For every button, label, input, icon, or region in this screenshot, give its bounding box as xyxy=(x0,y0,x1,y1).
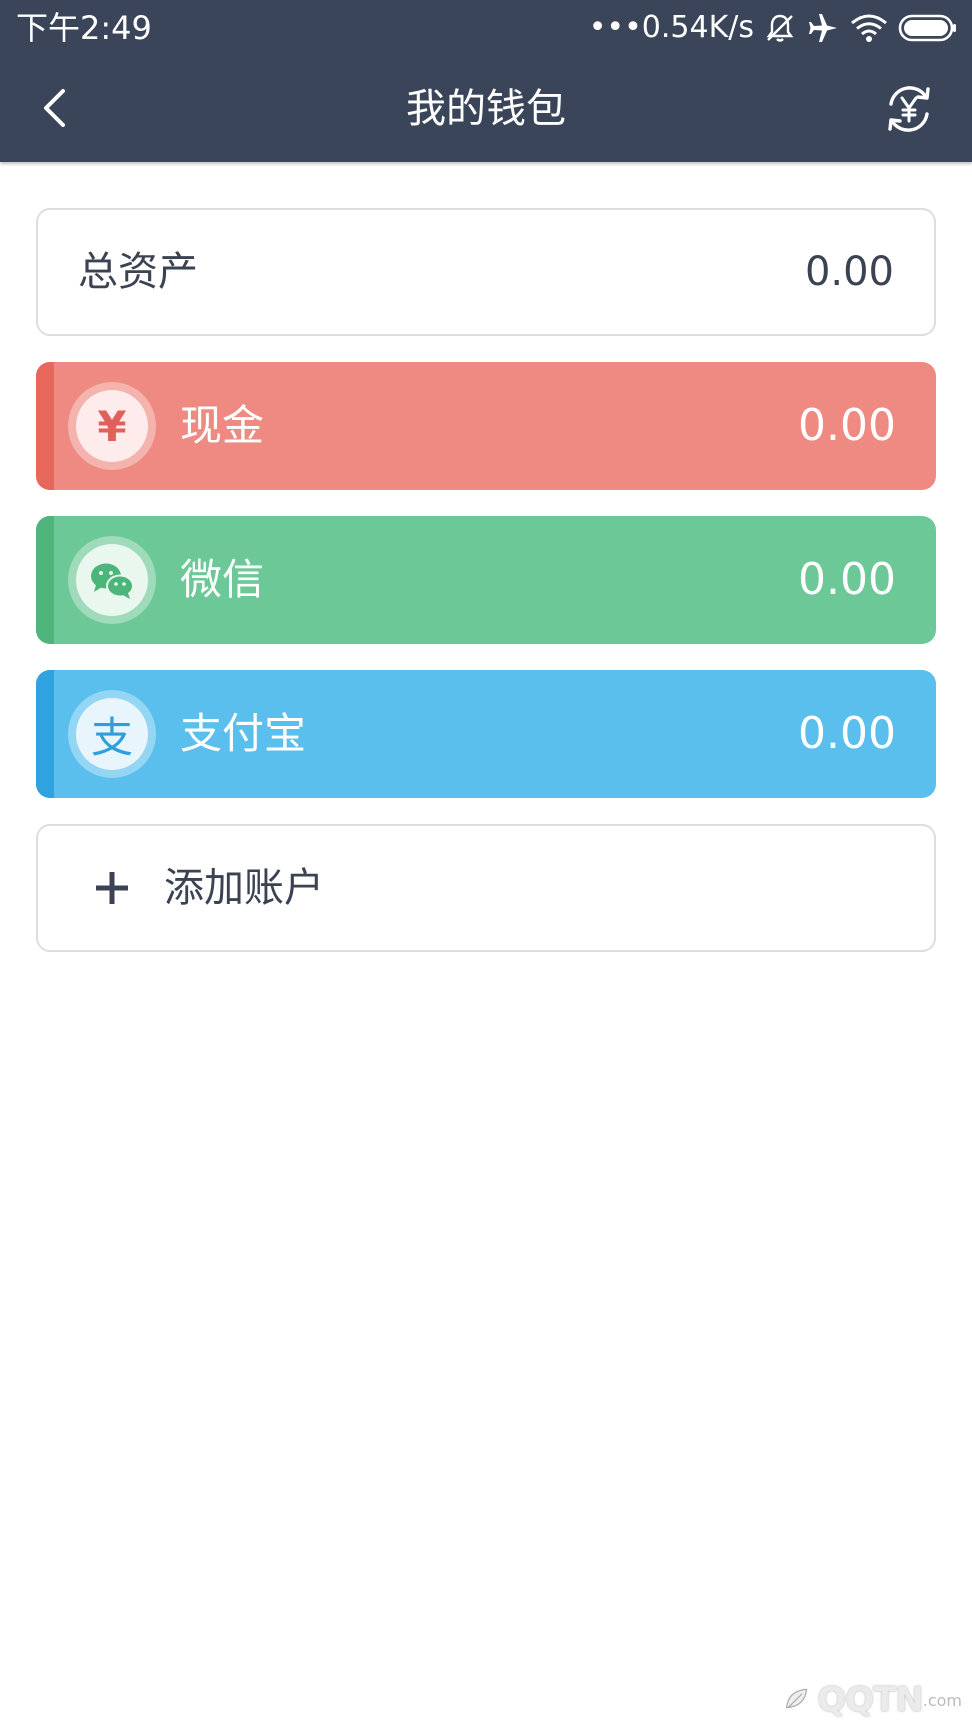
account-name: 支付宝 xyxy=(180,709,307,758)
account-name: 微信 xyxy=(180,555,265,604)
account-balance: 0.00 xyxy=(798,554,896,605)
currency-exchange-icon xyxy=(888,86,930,132)
account-balance: 0.00 xyxy=(798,400,896,451)
account-card-wechat[interactable]: 微信 0.00 xyxy=(36,516,936,644)
plus-icon xyxy=(96,872,128,904)
yuan-icon: ¥ xyxy=(76,390,148,462)
total-assets-label: 总资产 xyxy=(78,249,198,295)
leaf-logo-icon xyxy=(785,1688,808,1709)
add-account-label: 添加账户 xyxy=(164,865,324,911)
battery-icon xyxy=(898,13,958,43)
account-balance: 0.00 xyxy=(798,708,896,759)
network-speed: •••0.54K/s xyxy=(588,10,754,45)
alipay-icon: 支 xyxy=(76,698,148,770)
app-header: 下午2:49 •••0.54K/s 我的钱包 xyxy=(0,0,972,162)
account-icon-ring xyxy=(68,536,156,624)
currency-exchange-button[interactable] xyxy=(882,82,936,136)
status-bar: 下午2:49 •••0.54K/s xyxy=(0,0,972,56)
mute-bell-icon xyxy=(764,12,796,44)
account-card-cash[interactable]: ¥ 现金 0.00 xyxy=(36,362,936,490)
status-icons: •••0.54K/s xyxy=(589,8,958,48)
total-assets-card: 总资产 0.00 xyxy=(36,208,936,336)
status-time: 下午2:49 xyxy=(16,9,152,47)
wechat-icon xyxy=(76,544,148,616)
account-stripe xyxy=(36,516,54,644)
account-card-alipay[interactable]: 支 支付宝 0.00 xyxy=(36,670,936,798)
watermark-logo: QQTN .com xyxy=(782,1678,962,1722)
account-icon-ring: 支 xyxy=(68,690,156,778)
wifi-icon xyxy=(850,12,888,44)
watermark-domain: .com xyxy=(922,1690,962,1710)
nav-bar: 我的钱包 xyxy=(0,56,972,162)
watermark-text: QQTN xyxy=(817,1680,923,1720)
account-icon-ring: ¥ xyxy=(68,382,156,470)
page-title: 我的钱包 xyxy=(406,86,566,132)
add-account-button[interactable]: 添加账户 xyxy=(36,824,936,952)
account-stripe xyxy=(36,670,54,798)
account-stripe xyxy=(36,362,54,490)
account-name: 现金 xyxy=(180,401,265,450)
total-assets-value: 0.00 xyxy=(804,249,894,295)
airplane-icon xyxy=(806,11,840,45)
